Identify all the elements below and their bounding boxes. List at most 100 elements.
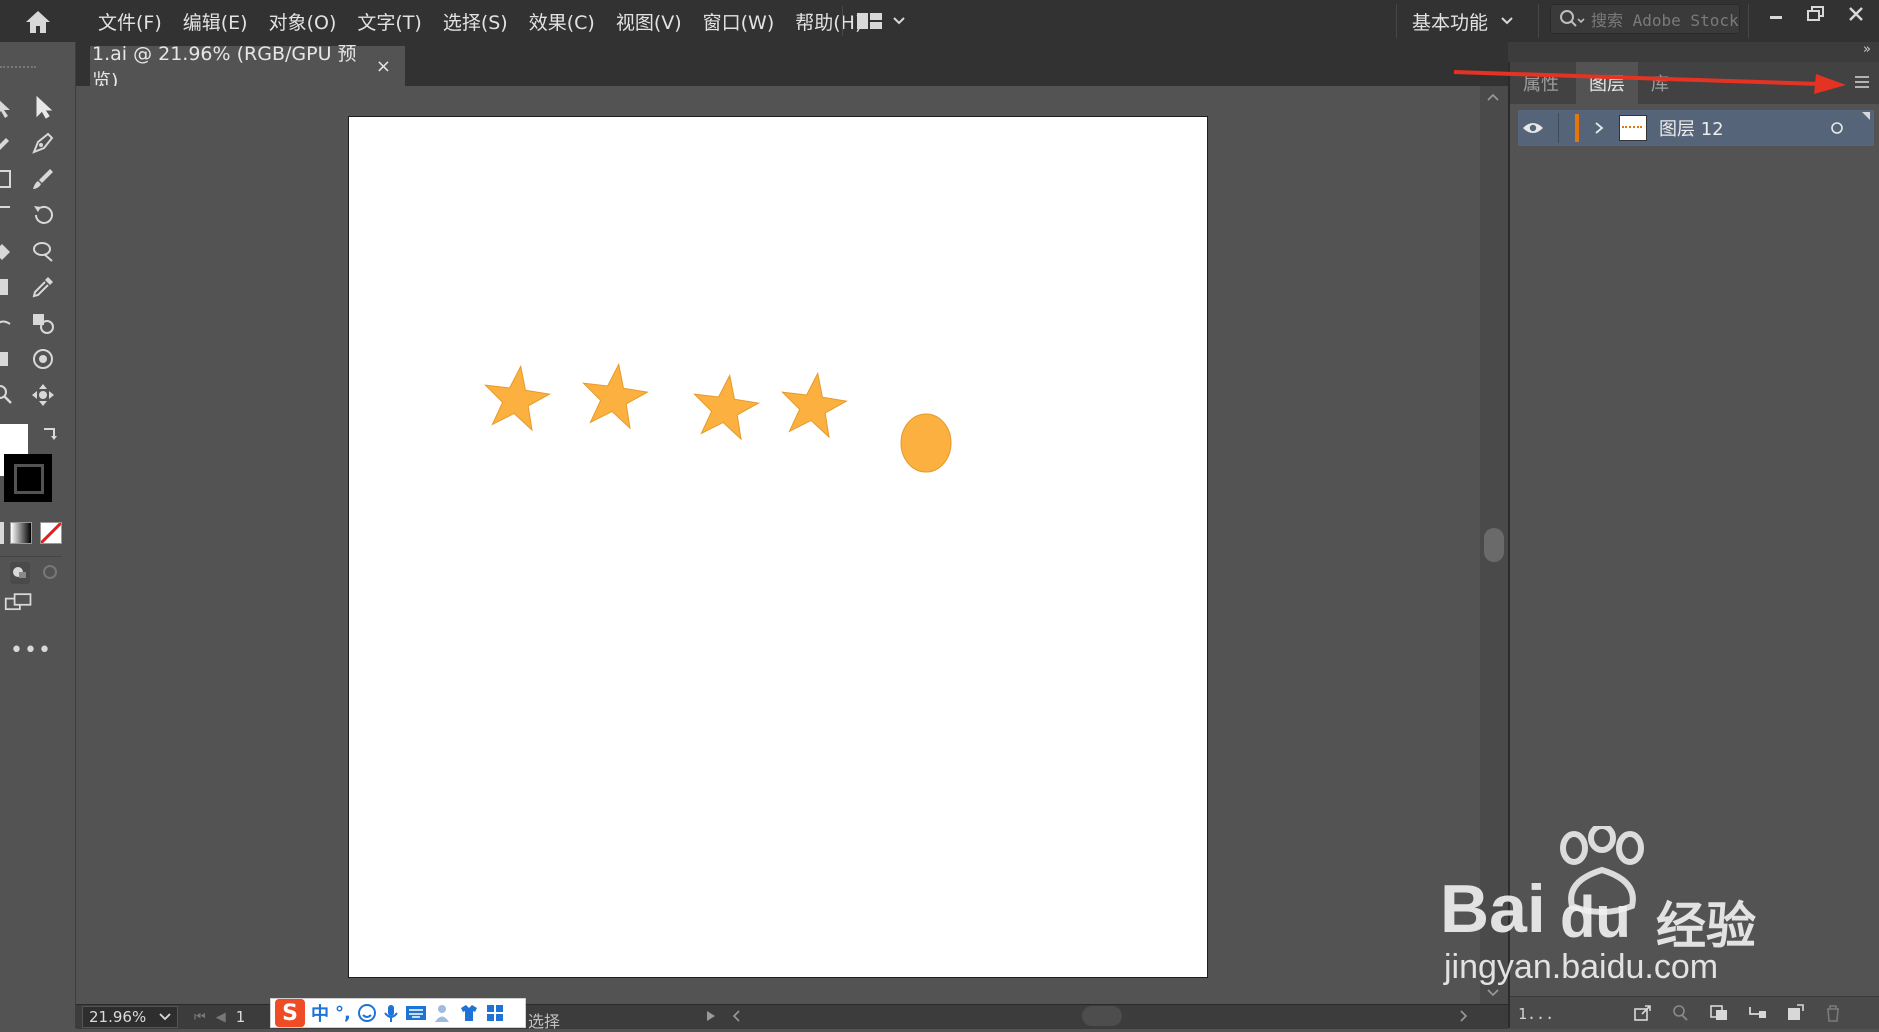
create-layer-button[interactable] [1782, 1001, 1808, 1025]
draw-normal-button[interactable] [10, 562, 30, 584]
status-menu-button[interactable] [704, 1008, 718, 1028]
star-shape-4[interactable] [777, 369, 850, 439]
hand-tool[interactable] [28, 380, 58, 410]
menu-type[interactable]: 文字(T) [357, 8, 421, 35]
shaper-tool[interactable] [0, 200, 18, 230]
home-icon [26, 11, 50, 33]
menu-edit[interactable]: 编辑(E) [183, 8, 248, 35]
shape-builder-tool[interactable] [28, 308, 58, 338]
artboard-tool[interactable] [0, 344, 18, 374]
zoom-level-field[interactable]: 21.96% [82, 1006, 178, 1028]
menu-help[interactable]: 帮助(H) [795, 8, 862, 35]
create-sublayer-button[interactable] [1744, 1001, 1770, 1025]
sublayer-icon [1749, 1007, 1766, 1018]
eraser-tool[interactable] [0, 236, 18, 266]
shaper-icon [0, 206, 10, 208]
keyboard-icon[interactable] [405, 1004, 427, 1022]
restore-icon [1807, 6, 1824, 21]
emoji-icon[interactable] [357, 1003, 377, 1023]
draw-inside-button[interactable] [40, 562, 60, 584]
paintbrush-icon [33, 169, 53, 189]
document-tab[interactable]: 1.ai @ 21.96% (RGB/GPU 预览) × [90, 43, 405, 92]
width-tool[interactable] [0, 308, 18, 338]
target-circle-icon[interactable] [1830, 121, 1844, 135]
skin-icon[interactable] [459, 1003, 479, 1023]
more-tools-icon[interactable]: ••• [10, 638, 52, 663]
delete-layer-button[interactable] [1820, 1001, 1846, 1025]
warp-tool[interactable] [28, 236, 58, 266]
none-button[interactable] [40, 522, 62, 544]
punctuation-icon[interactable]: °, [335, 1003, 351, 1024]
scroll-left-button[interactable] [730, 1008, 742, 1028]
rectangle-tool[interactable] [0, 164, 18, 194]
minimize-button[interactable] [1756, 0, 1796, 28]
ime-toolbar[interactable]: S 中 °, [270, 998, 526, 1028]
layout-grid-icon [857, 13, 882, 29]
swap-icon [44, 428, 57, 440]
menu-file[interactable]: 文件(F) [98, 8, 162, 35]
menu-view[interactable]: 视图(V) [616, 8, 682, 35]
none-slash-icon [41, 523, 61, 543]
star-shape-2[interactable] [578, 360, 651, 430]
tool-divider [0, 556, 62, 557]
ellipse-shape[interactable] [900, 413, 952, 473]
swap-fill-stroke-button[interactable] [38, 422, 62, 446]
vertical-scroll-thumb[interactable] [1484, 528, 1504, 562]
artboard[interactable] [348, 116, 1208, 978]
paintbrush-tool[interactable] [28, 164, 58, 194]
zoom-tool[interactable] [0, 380, 18, 410]
selection-tool[interactable] [0, 92, 18, 122]
stroke-swatch[interactable] [4, 454, 52, 502]
magic-wand-tool[interactable] [0, 128, 18, 158]
workspace-switcher[interactable]: 基本功能 [1412, 6, 1514, 36]
eyedropper-tool[interactable] [28, 272, 58, 302]
toolbox-icon[interactable] [485, 1003, 505, 1023]
first-artboard-icon[interactable]: ⏮ [194, 1010, 206, 1025]
toolbar-grip[interactable] [0, 66, 36, 72]
artboard-number[interactable]: 1 [236, 1008, 246, 1026]
expand-chevron-icon[interactable] [1593, 121, 1605, 135]
restore-button[interactable] [1796, 0, 1836, 28]
visibility-eye-icon[interactable] [1522, 121, 1544, 135]
microphone-icon[interactable] [383, 1003, 399, 1023]
direct-selection-tool[interactable] [28, 92, 58, 122]
close-document-icon[interactable]: × [376, 56, 391, 77]
home-button[interactable] [14, 6, 62, 38]
screen-mode-button[interactable] [4, 588, 34, 618]
menu-effect[interactable]: 效果(C) [529, 8, 595, 35]
close-window-button[interactable] [1836, 0, 1876, 28]
stock-search-input[interactable]: 搜索 Adobe Stock [1550, 4, 1740, 34]
watermark-brand: Bai [1440, 871, 1546, 947]
user-icon[interactable] [433, 1003, 453, 1023]
collect-export-button[interactable] [1630, 1001, 1656, 1025]
perspective-tool[interactable] [28, 344, 58, 374]
menu-object[interactable]: 对象(O) [269, 8, 337, 35]
star-shape-3[interactable] [689, 371, 762, 441]
pen-tool[interactable] [28, 128, 58, 158]
locate-object-button[interactable] [1668, 1001, 1694, 1025]
menu-divider [1396, 4, 1397, 38]
menu-select[interactable]: 选择(S) [443, 8, 508, 35]
layer-name[interactable]: 图层 12 [1659, 115, 1724, 141]
scroll-right-button[interactable] [1458, 1008, 1470, 1028]
color-mode-button[interactable] [0, 522, 4, 544]
previous-artboard-icon[interactable]: ◀ [216, 1010, 226, 1025]
rotate-tool[interactable] [28, 200, 58, 230]
eraser-icon [0, 244, 10, 260]
gradient-button[interactable] [10, 522, 32, 544]
menu-window[interactable]: 窗口(W) [703, 8, 775, 35]
clipping-mask-button[interactable] [1706, 1001, 1732, 1025]
horizontal-scroll-thumb[interactable] [1082, 1006, 1122, 1026]
arrange-documents-button[interactable] [856, 9, 916, 33]
annotation-arrow [1453, 70, 1846, 94]
selection-corner-indicator [1862, 112, 1870, 120]
star-shape-1[interactable] [480, 362, 553, 432]
ime-mode[interactable]: 中 [311, 1000, 329, 1026]
zoom-value: 21.96% [89, 1008, 147, 1026]
free-transform-tool[interactable] [0, 272, 18, 302]
collapse-panels-icon[interactable]: » [1863, 42, 1871, 57]
panel-menu-button[interactable] [1854, 74, 1870, 93]
menu-divider [1748, 4, 1749, 38]
minimize-icon [1770, 16, 1782, 19]
layer-row[interactable]: 图层 12 [1518, 110, 1874, 146]
